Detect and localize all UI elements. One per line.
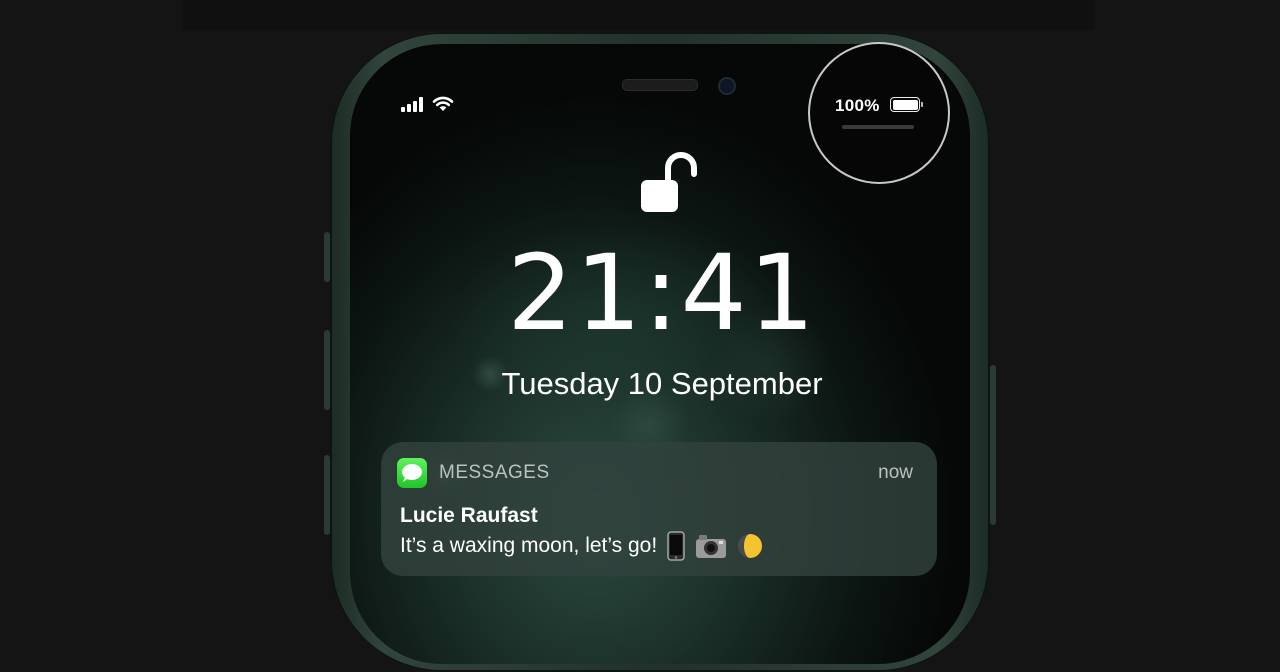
power-button [990,365,996,525]
control-center-indicator[interactable] [842,125,914,129]
earpiece-speaker [622,79,698,91]
lock-screen-date: Tuesday 10 September [501,366,823,401]
lock-screen-time: 21:41 [507,232,817,354]
status-bar-left [401,92,454,112]
mobile-phone-emoji [667,531,685,561]
messages-app-icon [397,458,427,488]
wifi-icon [432,96,454,111]
battery-icon [890,97,923,112]
notification-app-name: MESSAGES [439,462,550,483]
waxing-moon-emoji [738,534,763,558]
battery-percentage: 100% [835,96,880,115]
top-band [182,0,1094,30]
signal-icon [401,96,423,112]
camera-emoji [696,535,727,558]
battery-fill [892,99,918,110]
notification-message-row: It’s a waxing moon, let’s go! [400,531,763,561]
unlocked-padlock-icon [641,152,697,212]
notification-message: It’s a waxing moon, let’s go! [400,534,658,557]
notification-time: now [878,462,913,483]
front-camera [718,77,736,95]
notification-sender: Lucie Raufast [400,504,538,527]
